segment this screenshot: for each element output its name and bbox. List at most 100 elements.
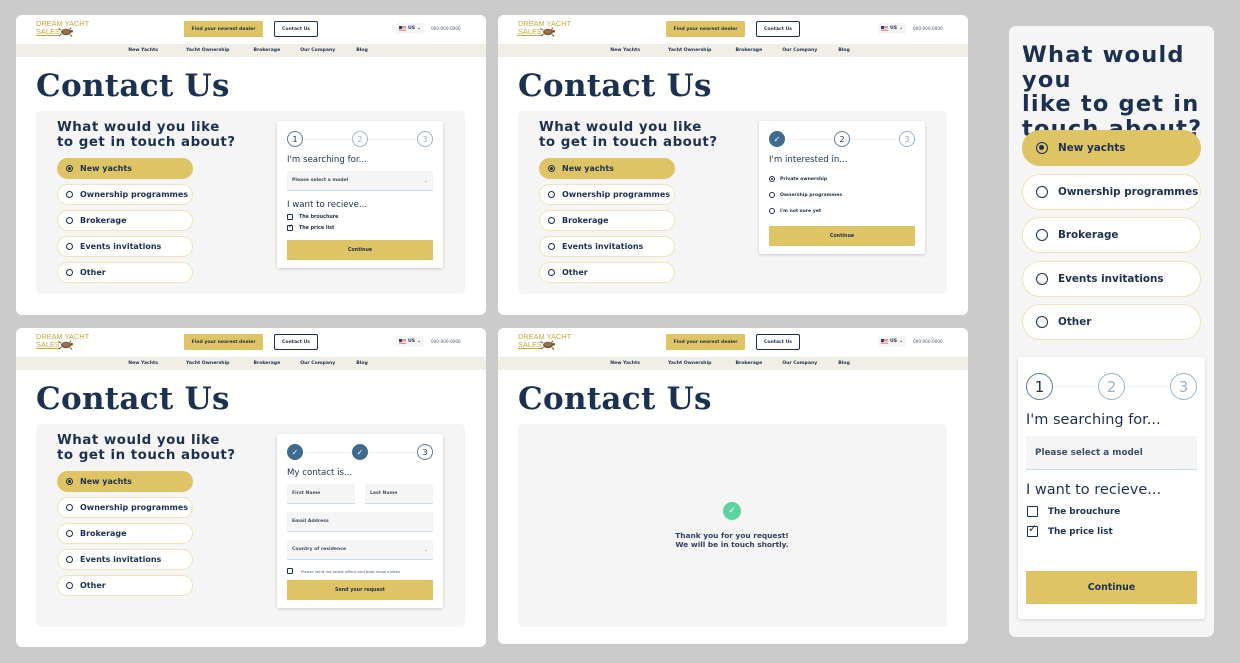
find-dealer-button[interactable]: Find your nearest dealer	[184, 21, 263, 37]
topic-option-ownership-programmes[interactable]: Ownership programmes	[1022, 173, 1201, 210]
nav-item-yacht-ownership[interactable]: Yacht Ownership	[668, 48, 711, 53]
model-select[interactable]: Please select a model ⌄	[287, 171, 433, 191]
interest-option-ownership-programmes[interactable]: Ownership programmes	[769, 187, 915, 203]
contact-us-button[interactable]: Contact Us	[756, 21, 800, 37]
topic-option-new-yachts[interactable]: New yachts	[57, 158, 193, 179]
topic-option-new-yachts[interactable]: New yachts	[1022, 130, 1201, 166]
stepper: 1 2 3	[287, 131, 433, 155]
check-icon: ✓	[356, 447, 364, 457]
continue-button[interactable]: Continue	[1026, 571, 1197, 604]
step-1-complete[interactable]: ✓	[287, 444, 303, 460]
contact-us-button[interactable]: Contact Us	[274, 21, 318, 37]
locale-selector[interactable]: US ⌄	[878, 336, 906, 347]
checkbox-brochure[interactable]: The brouchure	[287, 214, 433, 220]
checkbox-price-list[interactable]: The price list	[1027, 522, 1196, 537]
step-1[interactable]: 1	[287, 131, 303, 147]
last-name-input[interactable]: Last Name	[365, 484, 433, 504]
nav-item-blog[interactable]: Blog	[838, 361, 850, 366]
phone-number[interactable]: 000-000-0000	[431, 339, 461, 344]
nav-item-yacht-ownership[interactable]: Yacht Ownership	[668, 361, 711, 366]
step-2-complete[interactable]: ✓	[352, 444, 368, 460]
continue-button[interactable]: Continue	[769, 226, 915, 246]
topic-option-ownership-programmes[interactable]: Ownership programmes	[57, 497, 193, 518]
page-title: Contact Us	[36, 381, 230, 417]
checkbox-brochure[interactable]: The brouchure	[1027, 506, 1196, 517]
continue-button[interactable]: Continue	[287, 240, 433, 260]
nav-item-blog[interactable]: Blog	[356, 48, 368, 53]
topic-option-brokerage[interactable]: Brokerage	[539, 210, 675, 231]
dream-yacht-sales-logo[interactable]: DREAM YACHT SALES	[36, 333, 92, 353]
checkbox-label: The brouchure	[1048, 506, 1121, 517]
topic-option-events-invitations[interactable]: Events invitations	[57, 236, 193, 257]
contact-us-button[interactable]: Contact Us	[756, 334, 800, 350]
step-1-complete[interactable]: ✓	[769, 131, 785, 147]
nav-item-our-company[interactable]: Our Company	[300, 361, 335, 366]
nav-item-blog[interactable]: Blog	[838, 48, 850, 53]
checkbox-price-list[interactable]: The price list	[287, 223, 433, 231]
nav-item-brokerage[interactable]: Brokerage	[735, 361, 762, 366]
heading-line1: What would you like	[57, 120, 220, 135]
nav-item-brokerage[interactable]: Brokerage	[253, 361, 280, 366]
topic-option-brokerage[interactable]: Brokerage	[1022, 217, 1201, 253]
topic-option-new-yachts[interactable]: New yachts	[539, 158, 675, 179]
first-name-input[interactable]: First Name	[287, 484, 355, 504]
step-3[interactable]: 3	[417, 444, 433, 460]
step-2[interactable]: 2	[352, 131, 368, 147]
consent-checkbox[interactable]: Please send me latest offers and boat sh…	[287, 568, 433, 574]
success-message: ✓ Thank you for you request! We will be …	[632, 502, 832, 549]
nav-item-our-company[interactable]: Our Company	[300, 48, 335, 53]
nav-item-our-company[interactable]: Our Company	[782, 48, 817, 53]
locale-selector[interactable]: US ⌄	[878, 23, 906, 34]
phone-number[interactable]: 000-000-0000	[431, 26, 461, 31]
nav-item-yacht-ownership[interactable]: Yacht Ownership	[186, 48, 229, 53]
email-input[interactable]: Email Address	[287, 512, 433, 532]
locale-selector[interactable]: US ⌄	[396, 23, 424, 34]
topic-option-events-invitations[interactable]: Events invitations	[539, 236, 675, 257]
topic-option-brokerage[interactable]: Brokerage	[57, 523, 193, 544]
dream-yacht-sales-logo[interactable]: DREAM YACHT SALES	[36, 20, 92, 40]
step-3[interactable]: 3	[417, 131, 433, 147]
topic-option-other[interactable]: Other	[539, 262, 675, 283]
dream-yacht-sales-logo[interactable]: DREAM YACHT SALES	[518, 333, 574, 353]
nav-item-yacht-ownership[interactable]: Yacht Ownership	[186, 361, 229, 366]
topic-option-new-yachts[interactable]: New yachts	[57, 471, 193, 492]
step-3[interactable]: 3	[899, 131, 915, 147]
country-select[interactable]: Country of residence ⌄	[287, 540, 433, 560]
option-label: Events invitations	[1058, 272, 1164, 285]
locale-selector[interactable]: US ⌄	[396, 336, 424, 347]
step-2[interactable]: 2	[834, 131, 850, 147]
model-select[interactable]: Please select a model	[1026, 436, 1197, 470]
find-dealer-button[interactable]: Find your nearest dealer	[666, 334, 745, 350]
nav-item-new-yachts[interactable]: New Yachts	[610, 361, 640, 366]
topic-option-other[interactable]: Other	[57, 575, 193, 596]
nav-item-brokerage[interactable]: Brokerage	[253, 48, 280, 53]
send-request-button[interactable]: Send your request	[287, 580, 433, 600]
find-dealer-button[interactable]: Find your nearest dealer	[666, 21, 745, 37]
topic-option-ownership-programmes[interactable]: Ownership programmes	[539, 184, 675, 205]
interest-option-not-sure[interactable]: I'm not sure yet	[769, 203, 915, 219]
phone-number[interactable]: 000-000-0000	[913, 339, 943, 344]
interest-option-private-ownership[interactable]: Private ownership	[769, 171, 915, 187]
topic-option-ownership-programmes[interactable]: Ownership programmes	[57, 184, 193, 205]
heading-line2: to get in touch about?	[57, 448, 236, 463]
topic-option-other[interactable]: Other	[1022, 304, 1201, 340]
nav-item-new-yachts[interactable]: New Yachts	[128, 361, 158, 366]
nav-item-our-company[interactable]: Our Company	[782, 361, 817, 366]
nav-item-new-yachts[interactable]: New Yachts	[610, 48, 640, 53]
nav-item-blog[interactable]: Blog	[356, 361, 368, 366]
step-2[interactable]: 2	[1098, 373, 1125, 400]
nav-item-brokerage[interactable]: Brokerage	[735, 48, 762, 53]
topic-option-events-invitations[interactable]: Events invitations	[57, 549, 193, 570]
receive-heading: I want to recieve...	[287, 200, 368, 210]
logo-text-line2: SALES	[36, 340, 60, 349]
phone-number[interactable]: 000-000-0000	[913, 26, 943, 31]
dream-yacht-sales-logo[interactable]: DREAM YACHT SALES	[518, 20, 574, 40]
contact-us-button[interactable]: Contact Us	[274, 334, 318, 350]
topic-option-other[interactable]: Other	[57, 262, 193, 283]
nav-item-new-yachts[interactable]: New Yachts	[128, 48, 158, 53]
find-dealer-button[interactable]: Find your nearest dealer	[184, 334, 263, 350]
topic-option-events-invitations[interactable]: Events invitations	[1022, 260, 1201, 297]
step-3[interactable]: 3	[1170, 373, 1197, 400]
step-1[interactable]: 1	[1026, 373, 1053, 400]
topic-option-brokerage[interactable]: Brokerage	[57, 210, 193, 231]
